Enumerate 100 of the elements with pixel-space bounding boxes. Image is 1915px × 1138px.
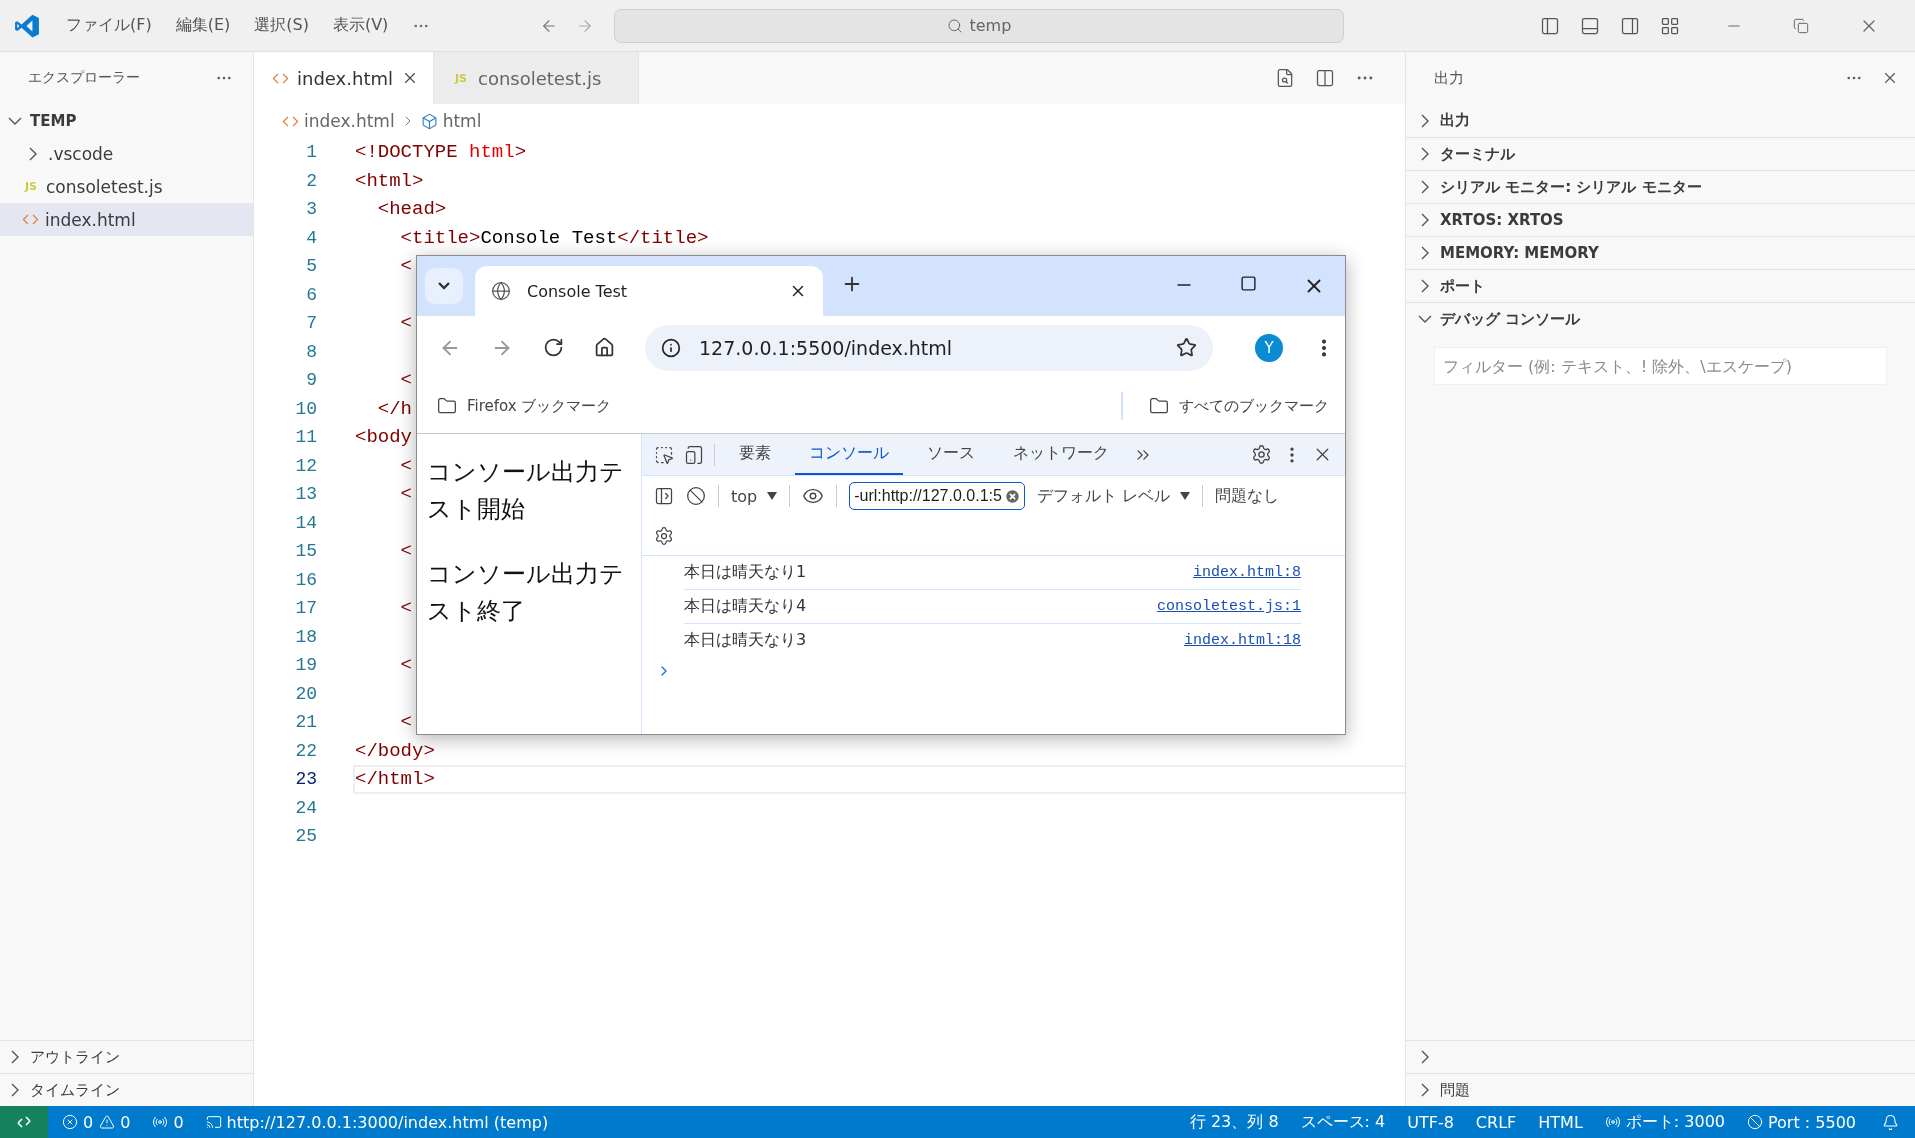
line-number: 4	[305, 227, 317, 248]
panel-section[interactable]: デバッグ コンソール	[1406, 302, 1915, 335]
file-tree-item[interactable]: JS consoletest.js	[0, 170, 253, 203]
panel-section[interactable]: シリアル モニター: シリアル モニター	[1406, 170, 1915, 203]
filter-field[interactable]: -url:http://127.0.0.1:5	[849, 482, 1025, 510]
code-line: <	[399, 255, 412, 278]
js-file-icon: JS	[452, 71, 470, 85]
panel-section[interactable]: 出力	[1406, 104, 1915, 137]
line-number: 13	[294, 484, 317, 505]
devtools-tab[interactable]: 要素	[725, 434, 785, 475]
browser-tab[interactable]: Console Test	[475, 266, 823, 316]
panel-right-icon[interactable]	[1620, 15, 1641, 36]
filter-field[interactable]: フィルター (例: テキスト、! 除外、\エスケープ)	[1434, 347, 1887, 385]
menu-item[interactable]: 選択(S)	[254, 15, 309, 36]
js-file-icon: JS	[22, 180, 40, 193]
issues-counter[interactable]: 問題なし	[1214, 485, 1279, 507]
line-number: 19	[294, 655, 317, 676]
menu-item[interactable]: ファイル(F)	[66, 15, 152, 36]
split-editor-icon[interactable]	[1315, 68, 1335, 88]
device-icon[interactable]	[684, 444, 704, 465]
maximize-icon[interactable]	[1240, 275, 1257, 292]
line-number: 17	[294, 598, 317, 619]
settings-icon[interactable]	[1251, 444, 1272, 465]
editor-tab[interactable]: index.html	[254, 52, 434, 104]
code-line: <	[399, 454, 412, 477]
breadcrumb-item[interactable]: html	[442, 111, 482, 131]
tab-list-button[interactable]	[425, 268, 463, 304]
panel-title: 出力	[1434, 68, 1465, 88]
inspect-icon[interactable]	[654, 444, 674, 465]
status-item[interactable]: 0	[173, 1112, 184, 1132]
panel-section[interactable]: ターミナル	[1406, 137, 1915, 170]
panel-section[interactable]: MEMORY: MEMORY	[1406, 236, 1915, 269]
menu-item[interactable]: 表示(V)	[332, 15, 389, 36]
status-item[interactable]: スペース: 4	[1300, 1111, 1386, 1133]
line-number: 8	[305, 341, 317, 362]
folder-header[interactable]: TEMP	[0, 104, 253, 137]
star-icon[interactable]	[1176, 337, 1197, 358]
file-tree-item[interactable]: .vscode	[0, 137, 253, 170]
bookmark-folder[interactable]: すべてのブックマーク	[1179, 396, 1329, 416]
status-item[interactable]: UTF-8	[1407, 1112, 1454, 1132]
log-level-select[interactable]: デフォルト レベル	[1036, 485, 1190, 507]
sidebar-section[interactable]: アウトライン	[0, 1040, 253, 1073]
status-item[interactable]: 0	[83, 1112, 94, 1132]
line-number: 3	[305, 199, 317, 220]
line-number: 23	[294, 769, 317, 790]
settings-icon[interactable]	[654, 525, 674, 546]
sidebar-toggle-icon[interactable]	[654, 486, 674, 506]
panel-bottom-icon[interactable]	[1580, 15, 1601, 36]
line-number: 18	[294, 626, 317, 647]
chevron-down-icon	[1418, 315, 1432, 323]
status-item[interactable]: 行 23、列 8	[1189, 1111, 1279, 1133]
code-line: <!DOCTYPE html>	[355, 141, 527, 164]
reload-icon[interactable]	[543, 337, 564, 358]
panel-section[interactable]: ポート	[1406, 269, 1915, 302]
line-number: 12	[294, 455, 317, 476]
panel-section[interactable]: XRTOS: XRTOS	[1406, 203, 1915, 236]
status-item[interactable]: HTML	[1538, 1112, 1583, 1132]
code-line: </html>	[355, 768, 435, 791]
bookmark-folder[interactable]: Firefox ブックマーク	[467, 396, 612, 416]
line-number: 6	[305, 284, 317, 305]
devtools-tab[interactable]: ネットワーク	[999, 434, 1123, 475]
source-link[interactable]: index.html:8	[1192, 564, 1301, 581]
context-select[interactable]: top	[731, 486, 778, 506]
chevron-right-icon	[1421, 213, 1429, 227]
layout-icon[interactable]	[1660, 15, 1681, 36]
status-item[interactable]: CRLF	[1475, 1112, 1517, 1132]
chevron-right-icon	[1421, 279, 1429, 293]
info-icon	[661, 337, 681, 358]
preview-icon[interactable]	[1275, 68, 1295, 88]
code-line: <	[399, 312, 412, 335]
source-link[interactable]: index.html:18	[1183, 632, 1301, 649]
code-line: <head>	[376, 198, 447, 221]
panel-left-icon[interactable]	[1540, 15, 1561, 36]
remote-icon[interactable]	[16, 1114, 32, 1130]
status-item[interactable]: ポート: 3000	[1625, 1111, 1725, 1133]
profile-avatar[interactable]: Y	[1255, 333, 1283, 362]
chevron-right-icon	[11, 1050, 19, 1064]
folder-icon	[1149, 396, 1169, 416]
error-icon	[62, 1114, 78, 1130]
remote-button[interactable]	[0, 1106, 48, 1138]
line-number: 16	[294, 569, 317, 590]
devtools-tab[interactable]: ソース	[913, 434, 989, 475]
address-bar[interactable]: 127.0.0.1:5500/index.html	[645, 324, 1213, 371]
code-line: <body	[355, 426, 412, 449]
code-line: </body>	[355, 739, 435, 762]
status-item[interactable]: Port : 5500	[1768, 1112, 1856, 1132]
search-field[interactable]: temp	[614, 8, 1345, 43]
breadcrumb-item[interactable]: index.html	[304, 111, 395, 131]
bell-icon[interactable]	[1882, 1113, 1899, 1131]
file-tree-item[interactable]: index.html	[0, 203, 253, 236]
status-item[interactable]: 0	[120, 1112, 131, 1132]
line-number: 14	[294, 512, 317, 533]
menu-item[interactable]: 編集(E)	[175, 15, 231, 36]
status-item[interactable]: http://127.0.0.1:3000/index.html (temp)	[226, 1112, 549, 1132]
warning-icon	[99, 1114, 116, 1130]
home-icon[interactable]	[594, 337, 615, 358]
editor-tab[interactable]: JS consoletest.js	[434, 52, 639, 104]
clear-icon[interactable]	[686, 486, 706, 506]
restore-icon[interactable]	[1793, 17, 1810, 34]
source-link[interactable]: consoletest.js:1	[1156, 598, 1301, 615]
